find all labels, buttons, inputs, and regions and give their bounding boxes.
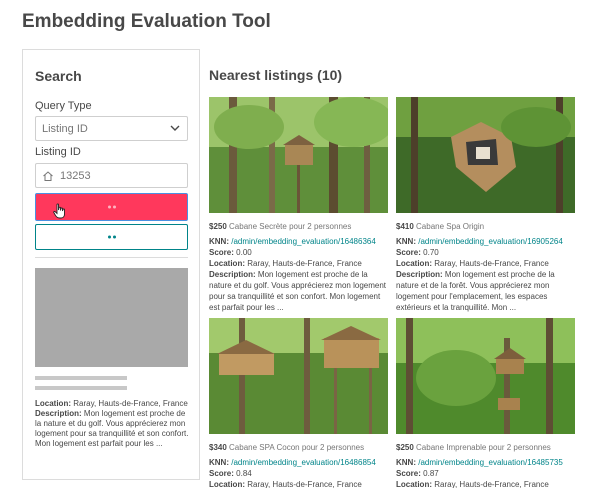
query-listing-image-placeholder xyxy=(35,268,188,367)
listing-price: $250 xyxy=(209,222,227,231)
sidebar-divider xyxy=(35,257,188,258)
listing-meta: $340 Cabane SPA Cocon pour 2 personnes K… xyxy=(209,442,388,488)
listing-id-value: 13253 xyxy=(60,170,91,182)
chevron-down-icon xyxy=(170,125,180,131)
home-icon xyxy=(43,171,53,181)
description-label: Description: xyxy=(396,270,443,279)
knn-label: KNN: xyxy=(396,458,416,467)
location-value: Raray, Hauts-de-France, France xyxy=(73,399,188,408)
knn-label: KNN: xyxy=(209,237,229,246)
location-label: Location: xyxy=(396,480,432,488)
query-type-select[interactable]: Listing ID xyxy=(35,116,188,141)
hand-cursor-icon xyxy=(53,203,65,219)
score-value: 0.00 xyxy=(236,248,252,257)
listing-photo xyxy=(209,97,394,213)
location-label: Location: xyxy=(396,259,432,268)
score-label: Score: xyxy=(396,248,421,257)
listing-name: Cabane SPA Cocon pour 2 personnes xyxy=(229,443,365,452)
listing-id-label: Listing ID xyxy=(35,146,81,158)
listing-id-input[interactable]: 13253 xyxy=(35,163,188,188)
subtitle-placeholder-bar xyxy=(35,386,127,390)
description-label: Description: xyxy=(209,270,256,279)
score-label: Score: xyxy=(396,469,421,478)
listing-meta: $250 Cabane Secrète pour 2 personnes KNN… xyxy=(209,221,388,313)
knn-link[interactable]: /admin/embedding_evaluation/16905264 xyxy=(418,237,563,246)
knn-link[interactable]: /admin/embedding_evaluation/16485735 xyxy=(418,458,563,467)
score-label: Score: xyxy=(209,248,234,257)
location-label: Location: xyxy=(209,259,245,268)
location-value: Raray, Hauts-de-France, France xyxy=(434,480,549,488)
score-value: 0.70 xyxy=(423,248,439,257)
listing-name: Cabane Secrète pour 2 personnes xyxy=(229,222,352,231)
listing-card[interactable]: $250 Cabane Secrète pour 2 personnes KNN… xyxy=(209,97,394,313)
score-value: 0.84 xyxy=(236,469,252,478)
score-label: Score: xyxy=(209,469,234,478)
query-type-label: Query Type xyxy=(35,100,92,112)
listing-price: $410 xyxy=(396,222,414,231)
secondary-button[interactable] xyxy=(35,224,188,250)
listing-card[interactable]: $410 Cabane Spa Origin KNN: /admin/embed… xyxy=(396,97,576,313)
listing-name: Cabane Spa Origin xyxy=(416,222,485,231)
score-value: 0.87 xyxy=(423,469,439,478)
listing-meta: $250 Cabane Imprenable pour 2 personnes … xyxy=(396,442,575,488)
listing-photo xyxy=(396,97,575,213)
query-listing-details: Location: Raray, Hauts-de-France, France… xyxy=(35,399,193,449)
listing-photo xyxy=(209,318,388,434)
knn-label: KNN: xyxy=(209,458,229,467)
location-value: Raray, Hauts-de-France, France xyxy=(434,259,549,268)
location-value: Raray, Hauts-de-France, France xyxy=(247,259,362,268)
app-title: Embedding Evaluation Tool xyxy=(22,11,271,32)
knn-link[interactable]: /admin/embedding_evaluation/16486854 xyxy=(231,458,376,467)
description-label: Description: xyxy=(35,409,82,418)
nearest-listings-title: Nearest listings (10) xyxy=(209,67,343,83)
query-type-value: Listing ID xyxy=(42,123,88,135)
listing-card[interactable]: $340 Cabane SPA Cocon pour 2 personnes K… xyxy=(209,318,389,488)
location-label: Location: xyxy=(209,480,245,488)
listing-meta: $410 Cabane Spa Origin KNN: /admin/embed… xyxy=(396,221,575,313)
listing-card[interactable]: $250 Cabane Imprenable pour 2 personnes … xyxy=(396,318,576,488)
title-placeholder-bar xyxy=(35,376,127,380)
loading-dots xyxy=(107,235,116,239)
loading-dots xyxy=(107,205,116,209)
listing-photo xyxy=(396,318,575,434)
search-title: Search xyxy=(35,68,82,84)
listing-price: $250 xyxy=(396,443,414,452)
listing-name: Cabane Imprenable pour 2 personnes xyxy=(416,443,551,452)
location-value: Raray, Hauts-de-France, France xyxy=(247,480,362,488)
knn-link[interactable]: /admin/embedding_evaluation/16486364 xyxy=(231,237,376,246)
knn-label: KNN: xyxy=(396,237,416,246)
listing-price: $340 xyxy=(209,443,227,452)
location-label: Location: xyxy=(35,399,71,408)
